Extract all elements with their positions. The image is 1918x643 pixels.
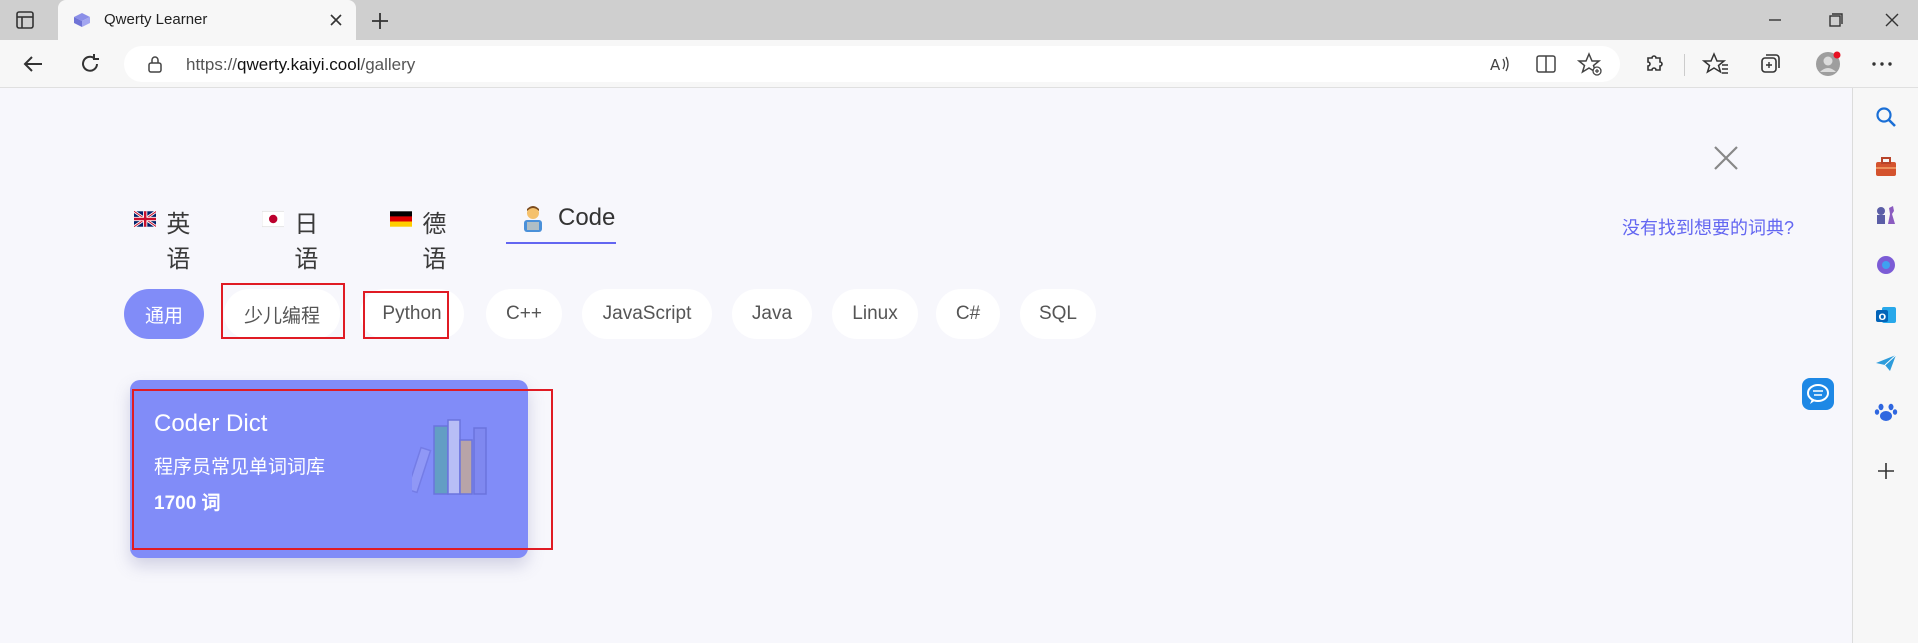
back-arrow-icon[interactable] xyxy=(20,50,48,78)
profile-avatar-icon[interactable] xyxy=(1814,50,1842,78)
chat-bubble-icon xyxy=(1807,384,1829,404)
tab-code[interactable]: Code xyxy=(506,204,616,244)
chip-python[interactable]: Python xyxy=(360,289,464,339)
japan-flag-icon xyxy=(262,210,285,228)
tab-code-label: Code xyxy=(558,204,616,231)
extensions-icon[interactable] xyxy=(1640,50,1668,78)
favorites-icon[interactable] xyxy=(1702,50,1730,78)
books-icon xyxy=(412,419,487,495)
browser-sidebar: O xyxy=(1852,88,1918,643)
dictionary-card[interactable]: Coder Dict 程序员常见单词词库 1700 词 xyxy=(130,380,528,558)
tab-english[interactable]: 英语 xyxy=(134,204,200,273)
send-paper-plane-icon[interactable] xyxy=(1873,350,1899,376)
add-sidebar-app-icon[interactable] xyxy=(1873,458,1899,484)
collections-icon[interactable] xyxy=(1756,50,1784,78)
lock-icon[interactable] xyxy=(146,55,164,73)
chip-javascript[interactable]: JavaScript xyxy=(582,289,712,339)
split-screen-icon[interactable] xyxy=(1532,50,1560,78)
tab-japanese[interactable]: 日语 xyxy=(262,204,328,273)
missing-dictionary-link[interactable]: 没有找到想要的词典? xyxy=(1622,214,1794,240)
toolbar-separator xyxy=(1684,54,1685,76)
chip-cpp[interactable]: C++ xyxy=(486,289,562,339)
qwerty-favicon-icon xyxy=(74,13,90,27)
search-icon[interactable] xyxy=(1873,104,1899,130)
baidu-paw-icon[interactable] xyxy=(1873,398,1899,424)
tab-english-label: 英语 xyxy=(166,211,191,273)
minimize-icon[interactable] xyxy=(1762,8,1788,32)
dictionary-word-count: 1700 词 xyxy=(154,493,221,514)
svg-text:O: O xyxy=(1879,313,1887,323)
add-favorite-icon[interactable] xyxy=(1576,50,1604,78)
chip-kids-programming[interactable]: 少儿编程 xyxy=(224,289,340,339)
address-bar[interactable]: https://qwerty.kaiyi.cool/gallery A xyxy=(124,46,1620,82)
new-tab-icon[interactable] xyxy=(368,9,392,33)
dictionary-name: Coder Dict xyxy=(154,410,268,437)
chip-csharp[interactable]: C# xyxy=(936,289,1000,339)
chip-java[interactable]: Java xyxy=(732,289,812,339)
read-aloud-icon[interactable]: A xyxy=(1486,50,1514,78)
games-chess-icon[interactable] xyxy=(1873,202,1899,228)
url-text[interactable]: https://qwerty.kaiyi.cool/gallery xyxy=(186,55,415,75)
tab-german[interactable]: 德语 xyxy=(390,204,456,273)
dictionary-description: 程序员常见单词词库 xyxy=(154,457,326,478)
refresh-icon[interactable] xyxy=(76,50,104,78)
chip-sql[interactable]: SQL xyxy=(1020,289,1096,339)
uk-flag-icon xyxy=(134,210,157,228)
chip-linux[interactable]: Linux xyxy=(832,289,918,339)
browser-toolbar: https://qwerty.kaiyi.cool/gallery A xyxy=(0,40,1918,88)
close-window-icon[interactable] xyxy=(1879,8,1905,32)
floating-assistant-icon[interactable] xyxy=(1802,378,1834,410)
coder-emoji-icon xyxy=(524,206,542,232)
tab-title: Qwerty Learner xyxy=(104,11,208,28)
germany-flag-icon xyxy=(390,211,413,227)
more-options-icon[interactable] xyxy=(1868,50,1896,78)
briefcase-icon[interactable] xyxy=(1873,154,1899,180)
gallery-page: 英语 日语 德语 Code 没有找到想要的词典? 通用 少儿编程 Python … xyxy=(0,88,1852,643)
restore-icon[interactable] xyxy=(1822,8,1848,32)
close-gallery-icon[interactable] xyxy=(1712,144,1740,172)
copilot-icon[interactable] xyxy=(1873,252,1899,278)
close-tab-icon[interactable] xyxy=(326,10,346,30)
tab-actions-icon[interactable] xyxy=(14,9,36,31)
chip-general[interactable]: 通用 xyxy=(124,289,204,339)
tab-german-label: 德语 xyxy=(422,211,447,273)
tab-japanese-label: 日语 xyxy=(294,211,319,273)
svg-text:A: A xyxy=(1490,56,1501,74)
browser-tab[interactable]: Qwerty Learner xyxy=(58,0,356,40)
browser-tab-bar: Qwerty Learner xyxy=(0,0,1918,40)
outlook-icon[interactable]: O xyxy=(1873,302,1899,328)
